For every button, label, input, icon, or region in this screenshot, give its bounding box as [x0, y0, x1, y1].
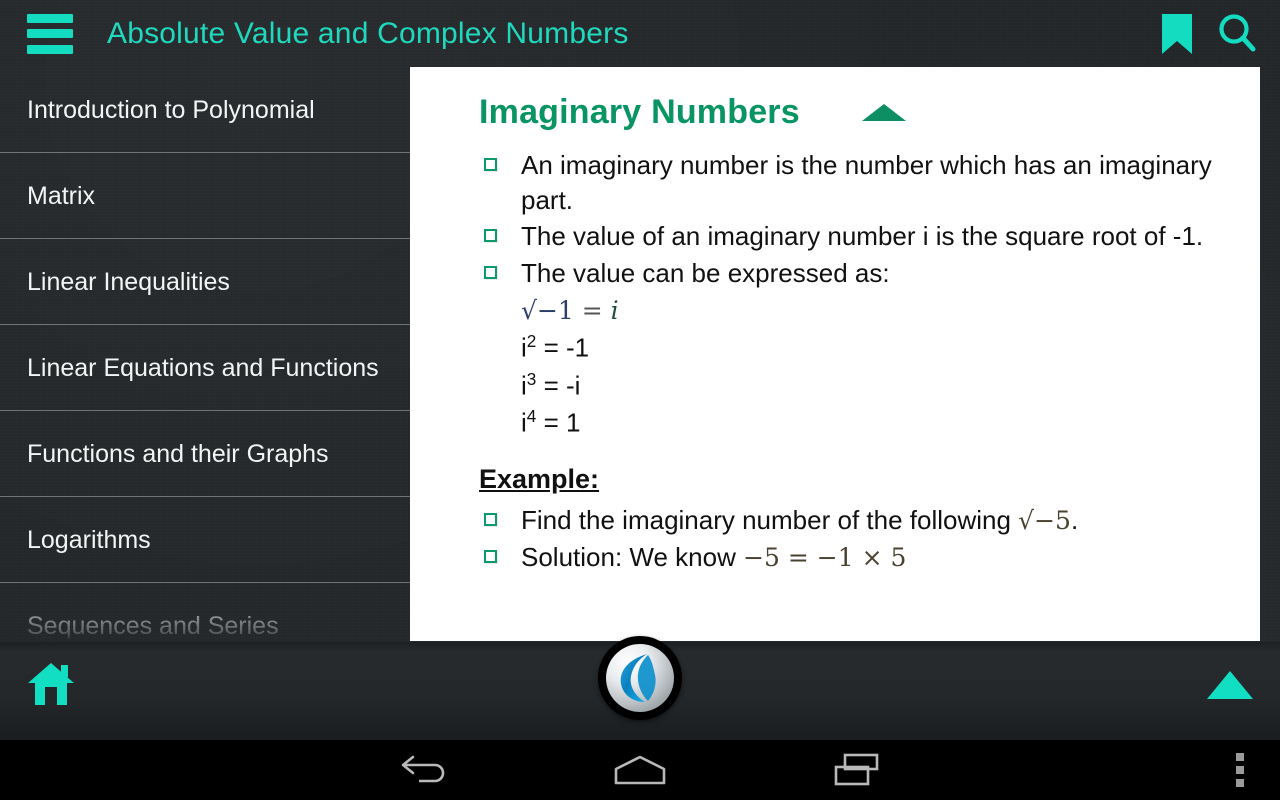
- square-bullet-icon: [484, 513, 497, 526]
- formula-power-3: i3 = -i: [521, 367, 1230, 405]
- formula-power-2: i2 = -1: [521, 329, 1230, 367]
- sidebar-item-label: Introduction to Polynomial: [27, 95, 315, 124]
- square-bullet-icon: [484, 549, 497, 563]
- example-text: Find the imaginary number of the followi…: [521, 505, 1019, 535]
- app-root: Absolute Value and Complex Numbers Intro…: [0, 0, 1280, 800]
- header-actions: [1160, 0, 1258, 67]
- sidebar-item-label: Linear Equations and Functions: [27, 353, 379, 382]
- list-item: The value of an imaginary number i is th…: [479, 219, 1230, 254]
- sidebar-item-label: Linear Inequalities: [27, 267, 230, 296]
- square-bullet-icon: [484, 229, 497, 243]
- power-value: -i: [565, 370, 581, 401]
- bookmark-icon[interactable]: [1160, 12, 1194, 56]
- sidebar-item-linear-inequalities[interactable]: Linear Inequalities: [0, 239, 410, 325]
- formula-block: √−1 = i i2 = -1 i3 = -i i4 = 1: [521, 296, 1230, 442]
- content-panel: Imaginary Numbers An imaginary number is…: [410, 67, 1260, 641]
- sidebar-item-functions-and-their-graphs[interactable]: Functions and their Graphs: [0, 411, 410, 497]
- result-value: i: [610, 296, 619, 326]
- sidebar-item-label: Logarithms: [27, 525, 151, 554]
- example-bullet-list: Find the imaginary number of the followi…: [479, 503, 1230, 574]
- app-header: Absolute Value and Complex Numbers: [0, 0, 1280, 67]
- sidebar-item-linear-equations-and-functions[interactable]: Linear Equations and Functions: [0, 325, 410, 411]
- radicand: −1: [536, 296, 574, 326]
- back-arrow-icon[interactable]: [360, 740, 490, 800]
- sidebar-item-label: Sequences and Series: [27, 612, 279, 640]
- equals-sign: =: [543, 332, 559, 363]
- android-navigation-bar: [0, 740, 1280, 800]
- app-logo-icon[interactable]: [599, 637, 681, 719]
- power-exponent: 4: [526, 406, 537, 427]
- equals-sign: =: [543, 408, 559, 439]
- home-icon[interactable]: [26, 661, 76, 707]
- power-exponent: 2: [526, 331, 537, 352]
- home-pentagon-icon[interactable]: [575, 740, 705, 800]
- list-item: An imaginary number is the number which …: [479, 148, 1230, 217]
- triangle-up-icon[interactable]: [1207, 671, 1253, 699]
- list-item: The value can be expressed as:: [479, 256, 1230, 291]
- slide-title: Imaginary Numbers: [479, 93, 800, 131]
- sidebar-item-logarithms[interactable]: Logarithms: [0, 497, 410, 583]
- slide-title-row: Imaginary Numbers: [479, 93, 1230, 132]
- example-heading: Example:: [479, 464, 600, 494]
- bullet-text: The value can be expressed as:: [521, 257, 890, 288]
- bullet-text: The value of an imaginary number i is th…: [521, 221, 1204, 252]
- power-value: -1: [565, 332, 590, 363]
- bullet-text: An imaginary number is the number which …: [521, 150, 1212, 215]
- equals-sign: =: [581, 296, 603, 326]
- bullet-list: An imaginary number is the number which …: [479, 148, 1230, 290]
- square-bullet-icon: [484, 158, 497, 171]
- sidebar-item-matrix[interactable]: Matrix: [0, 153, 410, 239]
- sidebar-item-sequences-and-series[interactable]: Sequences and Series: [0, 583, 410, 641]
- search-icon[interactable]: [1216, 12, 1258, 56]
- formula-power-4: i4 = 1: [521, 404, 1230, 442]
- power-value: 1: [565, 408, 581, 439]
- radical-sign: √: [1018, 506, 1035, 535]
- radical-sign: √: [521, 296, 537, 326]
- page-title: Absolute Value and Complex Numbers: [107, 16, 629, 50]
- formula-radical-identity: √−1 = i: [521, 296, 1230, 325]
- recent-apps-icon[interactable]: [792, 740, 922, 800]
- example-text: Solution: We know: [521, 541, 744, 572]
- square-bullet-icon: [484, 265, 497, 279]
- list-item: Solution: We know −5 = −1 × 5: [479, 540, 1230, 575]
- example-text-after: .: [1070, 505, 1079, 535]
- overflow-menu-icon[interactable]: [1210, 740, 1270, 800]
- sidebar-item-label: Matrix: [27, 181, 96, 210]
- bottom-toolbar: [0, 637, 1280, 740]
- sidebar-item-label: Functions and their Graphs: [27, 439, 329, 468]
- power-exponent: 3: [526, 368, 537, 389]
- radicand: −5: [1034, 506, 1071, 535]
- sidebar-nav[interactable]: Introduction to Polynomial Matrix Linear…: [0, 67, 410, 641]
- equals-sign: =: [543, 370, 559, 401]
- sidebar-item-introduction-to-polynomial[interactable]: Introduction to Polynomial: [0, 67, 410, 153]
- list-item: Find the imaginary number of the followi…: [479, 503, 1230, 538]
- hamburger-menu-icon[interactable]: [27, 13, 73, 54]
- math-expression: −5 = −1 × 5: [743, 542, 907, 572]
- triangle-up-icon[interactable]: [861, 104, 906, 121]
